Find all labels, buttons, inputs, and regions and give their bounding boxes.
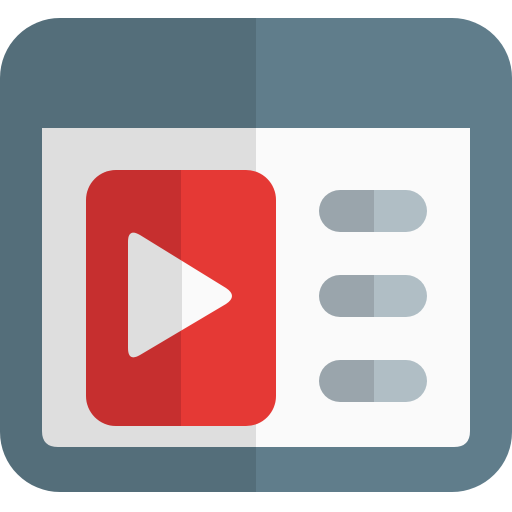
playlist-line-3-left-half <box>319 360 374 402</box>
playlist-line-1 <box>319 190 427 232</box>
playlist-line-2-right-half <box>374 275 427 317</box>
playlist-line-1-right-half <box>374 190 427 232</box>
video-playlist-window-icon <box>0 18 512 492</box>
playlist-lines <box>319 190 427 402</box>
playlist-line-3-right-half <box>374 360 427 402</box>
playlist-line-2 <box>319 275 427 317</box>
playlist-line-1-left-half <box>319 190 374 232</box>
playlist-line-3 <box>319 360 427 402</box>
playlist-line-2-left-half <box>319 275 374 317</box>
icon-canvas <box>0 0 512 512</box>
